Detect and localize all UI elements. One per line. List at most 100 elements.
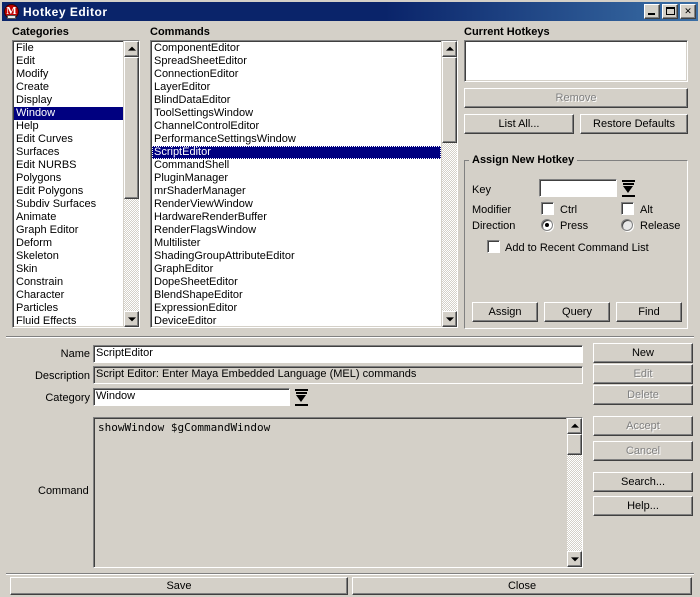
categories-items: File Edit Modify Create Display Window Help Edi… [13,41,123,327]
accept-button[interactable]: Accept [593,416,693,436]
category-item[interactable]: Help [14,120,123,133]
current-hotkeys-listbox[interactable] [464,40,688,82]
command-item[interactable]: ToolSettingsWindow [152,107,441,120]
commands-scroll-thumb[interactable] [442,57,457,144]
category-item[interactable]: Surfaces [14,146,123,159]
maximize-button[interactable] [662,4,678,19]
command-item[interactable]: ShadingGroupAttributeEditor [152,250,441,263]
new-button[interactable]: New [593,343,693,363]
description-input[interactable]: Script Editor: Enter Maya Embedded Langu… [93,366,583,384]
command-item[interactable]: ScriptEditor [152,146,441,159]
command-scroll-up-button[interactable] [567,418,582,434]
command-item[interactable]: LayerEditor [152,81,441,94]
command-item[interactable]: PluginManager [152,172,441,185]
command-textarea[interactable]: showWindow $gCommandWindow [93,417,583,568]
categories-scroll-down-button[interactable] [124,311,139,327]
save-button[interactable]: Save [10,577,348,595]
category-item[interactable]: Window [14,107,123,120]
category-item[interactable]: Skin [14,263,123,276]
close-button[interactable]: ✕ [680,4,696,19]
footer-divider [6,573,694,575]
command-scroll-track[interactable] [567,434,582,551]
category-item[interactable]: Skeleton [14,250,123,263]
key-dropdown-icon[interactable] [621,179,636,199]
category-input[interactable]: Window [93,388,290,406]
categories-scrollbar[interactable] [123,41,139,327]
category-item[interactable]: Constrain [14,276,123,289]
command-scroll-down-button[interactable] [567,551,582,567]
command-item[interactable]: ConnectionEditor [152,68,441,81]
commands-scrollbar[interactable] [441,41,457,327]
query-button[interactable]: Query [544,302,610,322]
category-item[interactable]: Edit [14,55,123,68]
category-item[interactable]: Graph Editor [14,224,123,237]
commands-scroll-down-button[interactable] [442,311,457,327]
category-item[interactable]: Modify [14,68,123,81]
command-item[interactable]: ChannelControlEditor [152,120,441,133]
title-bar[interactable]: M Hotkey Editor ✕ [2,2,698,21]
category-item[interactable]: File [14,42,123,55]
alt-checkbox[interactable] [621,202,634,215]
categories-scroll-track[interactable] [124,57,139,311]
category-item[interactable]: Subdiv Surfaces [14,198,123,211]
assign-button[interactable]: Assign [472,302,538,322]
command-item[interactable]: RenderViewWindow [152,198,441,211]
category-item[interactable]: Character [14,289,123,302]
commands-scroll-up-button[interactable] [442,41,457,57]
command-item[interactable]: HardwareRenderBuffer [152,211,441,224]
restore-defaults-button[interactable]: Restore Defaults [580,114,688,134]
find-button[interactable]: Find [616,302,682,322]
press-radio[interactable] [541,219,553,231]
command-item[interactable]: SpreadSheetEditor [152,55,441,68]
category-dropdown-icon[interactable] [294,388,309,408]
category-item[interactable]: Polygons [14,172,123,185]
close-footer-button[interactable]: Close [352,577,692,595]
category-item[interactable]: Edit Polygons [14,185,123,198]
categories-scroll-thumb[interactable] [124,57,139,200]
command-item[interactable]: mrShaderManager [152,185,441,198]
category-item[interactable]: Edit Curves [14,133,123,146]
description-label: Description [34,370,90,382]
help-button[interactable]: Help... [593,496,693,516]
category-item[interactable]: Animate [14,211,123,224]
category-item[interactable]: Create [14,81,123,94]
delete-button[interactable]: Delete [593,385,693,405]
category-item[interactable]: Edit NURBS [14,159,123,172]
list-all-button[interactable]: List All... [464,114,574,134]
key-input[interactable] [539,179,617,197]
ctrl-checkbox[interactable] [541,202,554,215]
category-item[interactable]: Particles [14,302,123,315]
add-to-recent-command-list-checkbox[interactable] [487,240,500,253]
command-item[interactable]: Multilister [152,237,441,250]
command-item[interactable]: DeviceEditor [152,315,441,327]
direction-label: Direction [472,220,516,232]
command-item[interactable]: PerformanceSettingsWindow [152,133,441,146]
command-scroll-thumb[interactable] [567,434,582,456]
categories-scroll-up-button[interactable] [124,41,139,57]
category-item[interactable]: Display [14,94,123,107]
name-input[interactable]: ScriptEditor [93,345,583,363]
release-radio[interactable] [621,219,633,231]
command-scrollbar[interactable] [566,418,582,567]
command-item[interactable]: ComponentEditor [152,42,441,55]
minimize-button[interactable] [644,4,660,19]
command-item[interactable]: ExpressionEditor [152,302,441,315]
name-label: Name [60,348,90,360]
categories-listbox[interactable]: File Edit Modify Create Display Window Help Edi… [12,40,140,328]
command-item[interactable]: DopeSheetEditor [152,276,441,289]
commands-scroll-track[interactable] [442,57,457,311]
current-hotkeys-label: Current Hotkeys [464,26,550,38]
commands-listbox[interactable]: ComponentEditor SpreadSheetEditor Connecti… [150,40,458,328]
command-item[interactable]: GraphEditor [152,263,441,276]
command-item[interactable]: BlindDataEditor [152,94,441,107]
command-item[interactable]: BlendShapeEditor [152,289,441,302]
edit-button[interactable]: Edit [593,364,693,384]
command-item[interactable]: CommandShell [152,159,441,172]
remove-button[interactable]: Remove [464,88,688,108]
search-button[interactable]: Search... [593,472,693,492]
press-label: Press [560,220,589,232]
category-item[interactable]: Deform [14,237,123,250]
cancel-button[interactable]: Cancel [593,441,693,461]
command-item[interactable]: RenderFlagsWindow [152,224,441,237]
category-item[interactable]: Fluid Effects [14,315,123,327]
